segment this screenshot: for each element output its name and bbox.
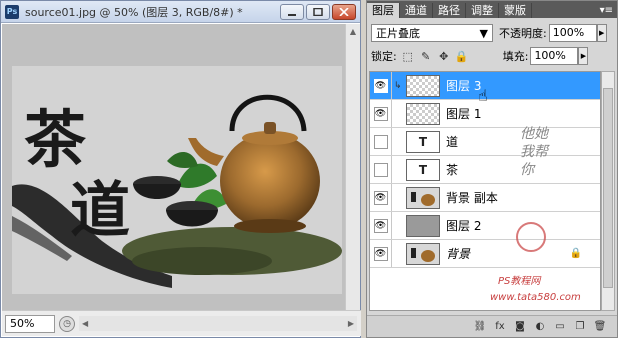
document-title: source01.jpg @ 50% (图层 3, RGB/8#) * — [25, 5, 243, 19]
link-layers-icon[interactable]: ⛓ — [473, 320, 487, 334]
lock-label: 锁定: — [371, 50, 397, 63]
eye-icon[interactable]: 👁 — [373, 106, 388, 121]
panel-tabbar: 图层 通道 路径 调整 蒙版 ▾≡ — [367, 1, 617, 18]
layer-thumbnail — [406, 186, 440, 209]
layers-panel: 图层 通道 路径 调整 蒙版 ▾≡ 正片叠底 ▼ 不透明度: 100% ▶ 锁定… — [366, 0, 618, 338]
chevron-down-icon: ▼ — [479, 26, 488, 40]
scroll-up-icon[interactable]: ▲ — [346, 24, 360, 39]
calligraphy-char-1: 茶 — [24, 103, 87, 176]
scroll-left-icon[interactable]: ◀ — [82, 319, 88, 328]
horizontal-scrollbar[interactable]: ◀ ▶ — [79, 316, 357, 331]
layer-row[interactable]: 👁 背景 🔒 — [370, 240, 600, 268]
panel-menu-icon[interactable]: ▾≡ — [600, 3, 617, 18]
lock-all-icon[interactable]: 🔒 — [455, 49, 469, 63]
fill-label: 填充: — [502, 50, 529, 63]
layer-row[interactable]: 👁 图层 2 — [370, 212, 600, 240]
canvas-area[interactable]: 茶 道 — [2, 24, 346, 310]
tab-layers[interactable]: 图层 — [367, 3, 400, 18]
document-titlebar[interactable]: Ps source01.jpg @ 50% (图层 3, RGB/8#) * — [1, 1, 360, 23]
tab-adjustments[interactable]: 调整 — [466, 3, 499, 18]
layer-thumbnail — [406, 242, 440, 265]
scroll-right-icon[interactable]: ▶ — [348, 319, 354, 328]
layer-thumbnail — [406, 102, 440, 125]
lock-transparency-icon[interactable]: ⬚ — [401, 49, 415, 63]
layer-style-icon[interactable]: fx — [493, 320, 507, 334]
tea-artwork: 茶 道 — [12, 66, 342, 294]
watermark-signature: 他她我帮你 — [520, 126, 548, 178]
blend-mode-value: 正片叠底 — [376, 27, 420, 40]
eye-icon[interactable]: 👁 — [373, 190, 388, 205]
zoom-level-field[interactable]: 50% — [5, 314, 55, 333]
layer-row[interactable]: T 茶 — [370, 156, 600, 184]
new-group-icon[interactable]: ▭ — [553, 320, 567, 334]
eye-icon[interactable]: 👁 — [373, 78, 388, 93]
vertical-scrollbar[interactable]: ▲ — [345, 24, 360, 310]
hand-cursor-icon: ☝ — [478, 86, 488, 105]
layer-name: 背景 — [446, 247, 471, 261]
eye-hidden-box[interactable] — [373, 134, 388, 149]
blend-row: 正片叠底 ▼ 不透明度: 100% ▶ — [367, 21, 617, 45]
adjustment-layer-icon[interactable]: ◐ — [533, 320, 547, 334]
document-image[interactable]: 茶 道 — [12, 66, 342, 294]
close-icon — [339, 7, 349, 16]
minimize-icon — [288, 13, 296, 16]
seal-stamp-icon — [516, 222, 546, 252]
status-bar: 50% ◷ ◀ ▶ — [2, 310, 361, 336]
fill-field[interactable]: 100% — [530, 47, 579, 65]
eye-icon[interactable]: 👁 — [373, 246, 388, 261]
layer-name: 图层 2 — [446, 219, 482, 233]
opacity-label: 不透明度: — [499, 27, 547, 40]
layer-thumbnail — [406, 74, 440, 97]
text-layer-thumbnail: T — [406, 130, 440, 153]
opacity-field[interactable]: 100% — [548, 24, 597, 42]
tab-paths[interactable]: 路径 — [433, 3, 466, 18]
clipping-arrow-icon: ↳ — [394, 80, 402, 91]
opacity-slider-button[interactable]: ▶ — [596, 24, 607, 42]
layer-name: 道 — [446, 135, 459, 149]
layer-name: 茶 — [446, 163, 459, 177]
layer-row[interactable]: T 道 — [370, 128, 600, 156]
new-layer-icon[interactable]: ❐ — [573, 320, 587, 334]
close-button[interactable] — [332, 3, 356, 20]
delete-layer-icon[interactable]: 🗑 — [593, 320, 607, 334]
blend-mode-select[interactable]: 正片叠底 ▼ — [371, 24, 493, 42]
photoshop-icon: Ps — [5, 4, 19, 19]
layer-lock-icon: 🔒 — [569, 248, 582, 259]
layers-scrollbar[interactable] — [601, 71, 615, 311]
layer-name: 图层 1 — [446, 107, 482, 121]
teapot-thumb-icon — [411, 247, 435, 262]
fill-slider-button[interactable]: ▶ — [578, 47, 589, 65]
lock-row: 锁定: ⬚ ✎ ✥ 🔒 填充: 100% ▶ — [367, 45, 617, 67]
teapot-thumb-icon — [411, 191, 435, 206]
document-window: Ps source01.jpg @ 50% (图层 3, RGB/8#) * 茶… — [0, 0, 361, 338]
layer-row[interactable]: 👁 背景 副本 — [370, 184, 600, 212]
eye-hidden-box[interactable] — [373, 162, 388, 177]
layer-name: 背景 副本 — [446, 191, 498, 205]
layers-list: 👁 ↳ 图层 3 👁 图层 1 T 道 T 茶 👁 背景 副本 👁 图层 2 👁… — [369, 71, 601, 311]
lock-image-icon[interactable]: ✎ — [419, 49, 433, 63]
calligraphy-char-2: 道 — [70, 176, 130, 246]
status-info-icon[interactable]: ◷ — [59, 315, 75, 332]
layer-thumbnail — [406, 214, 440, 237]
tab-channels[interactable]: 通道 — [400, 3, 433, 18]
eye-icon[interactable]: 👁 — [373, 218, 388, 233]
panel-footer: ⛓ fx ◙ ◐ ▭ ❐ 🗑 — [367, 315, 617, 337]
layer-name: 图层 3 — [446, 79, 482, 93]
minimize-button[interactable] — [280, 3, 304, 20]
add-mask-icon[interactable]: ◙ — [513, 320, 527, 334]
maximize-button[interactable] — [306, 3, 330, 20]
text-layer-thumbnail: T — [406, 158, 440, 181]
lock-position-icon[interactable]: ✥ — [437, 49, 451, 63]
maximize-icon — [313, 7, 323, 16]
tab-masks[interactable]: 蒙版 — [499, 3, 532, 18]
